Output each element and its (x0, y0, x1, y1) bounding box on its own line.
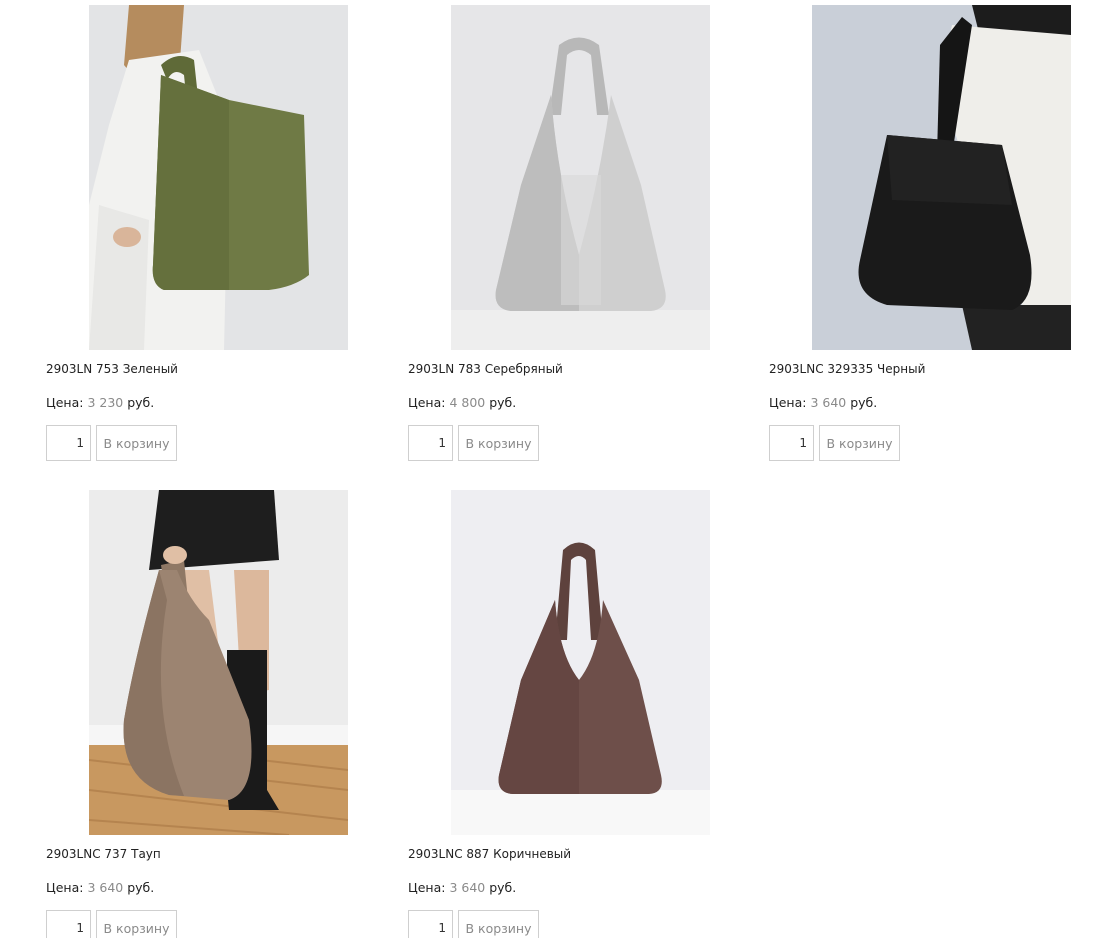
product-title[interactable]: 2903LNC 887 Коричневый (408, 847, 571, 861)
product-image-silver-bag[interactable] (451, 5, 710, 350)
product-image-taupe-bag[interactable] (89, 490, 348, 835)
quantity-input[interactable] (408, 425, 453, 461)
product-title[interactable]: 2903LNC 329335 Черный (769, 362, 925, 376)
product-title[interactable]: 2903LN 783 Серебряный (408, 362, 563, 376)
brown-bag-photo (451, 490, 710, 835)
product-price: Цена: 4 800 руб. (408, 395, 516, 410)
product-price: Цена: 3 230 руб. (46, 395, 154, 410)
add-to-cart-button[interactable]: В корзину (819, 425, 900, 461)
price-currency: руб. (489, 880, 517, 895)
price-amount: 3 640 (87, 880, 124, 895)
green-bag-photo (89, 5, 348, 350)
product-price: Цена: 3 640 руб. (46, 880, 154, 895)
quantity-input[interactable] (46, 910, 91, 938)
price-amount: 3 230 (87, 395, 124, 410)
price-label: Цена: (408, 395, 446, 410)
price-label: Цена: (769, 395, 807, 410)
black-bag-photo (812, 5, 1071, 350)
price-currency: руб. (127, 395, 155, 410)
quantity-input[interactable] (408, 910, 453, 938)
silver-bag-photo (451, 5, 710, 350)
taupe-bag-photo (89, 490, 348, 835)
add-to-cart-button[interactable]: В корзину (96, 425, 177, 461)
product-price: Цена: 3 640 руб. (769, 395, 877, 410)
add-to-cart-button[interactable]: В корзину (96, 910, 177, 938)
price-label: Цена: (46, 395, 84, 410)
product-price: Цена: 3 640 руб. (408, 880, 516, 895)
price-label: Цена: (408, 880, 446, 895)
quantity-input[interactable] (46, 425, 91, 461)
price-amount: 3 640 (449, 880, 486, 895)
product-image-brown-bag[interactable] (451, 490, 710, 835)
product-image-green-bag[interactable] (89, 5, 348, 350)
price-currency: руб. (127, 880, 155, 895)
add-to-cart-button[interactable]: В корзину (458, 910, 539, 938)
product-title[interactable]: 2903LN 753 Зеленый (46, 362, 178, 376)
price-amount: 4 800 (449, 395, 486, 410)
price-label: Цена: (46, 880, 84, 895)
add-to-cart-button[interactable]: В корзину (458, 425, 539, 461)
price-currency: руб. (850, 395, 878, 410)
product-title[interactable]: 2903LNC 737 Тауп (46, 847, 161, 861)
price-currency: руб. (489, 395, 517, 410)
quantity-input[interactable] (769, 425, 814, 461)
product-image-black-bag[interactable] (812, 5, 1071, 350)
price-amount: 3 640 (810, 395, 847, 410)
product-grid: 2903LN 753 Зеленый Цена: 3 230 руб. В ко… (0, 0, 1116, 938)
